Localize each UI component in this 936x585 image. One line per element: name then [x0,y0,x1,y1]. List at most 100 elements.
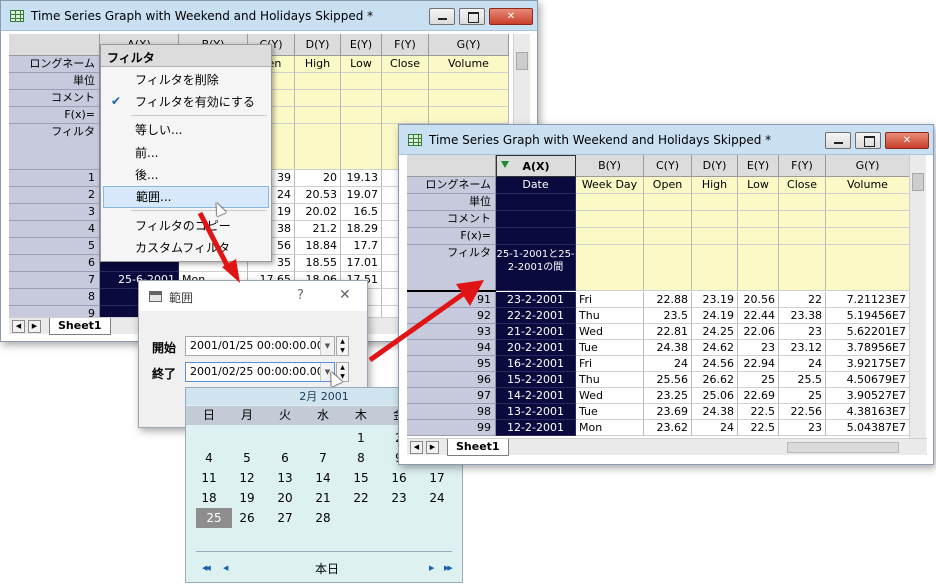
metadata-cell[interactable]: Close [382,56,429,73]
data-cell[interactable]: 22 [779,292,826,308]
data-cell[interactable]: 23.25 [644,388,692,404]
metadata-cell[interactable]: Low [738,177,779,194]
calendar-day[interactable]: 16 [386,468,412,488]
metadata-cell[interactable] [429,90,509,107]
calendar-day[interactable]: 11 [196,468,222,488]
data-cell[interactable]: 22.5 [738,420,779,436]
metadata-cell[interactable] [295,124,341,170]
data-cell[interactable]: 3.90527E7 [826,388,910,404]
calendar-day[interactable]: 1 [348,428,374,448]
sheet-tab[interactable]: Sheet1 [447,439,509,456]
metadata-cell[interactable] [826,194,910,211]
calendar-day[interactable]: 25 [196,508,232,528]
data-cell[interactable]: 15-2-2001 [496,372,576,388]
data-cell[interactable]: 13-2-2001 [496,404,576,420]
start-spinner[interactable]: ▲ ▼ [336,336,349,356]
metadata-cell[interactable] [692,245,738,291]
calendar-last-icon[interactable]: ▶▶ [444,564,453,572]
column-header[interactable]: F(Y) [779,155,826,177]
column-header[interactable]: E(Y) [738,155,779,177]
data-cell[interactable]: 20.53 [295,187,341,204]
data-cell[interactable]: 16.5 [341,204,382,221]
calendar-day[interactable]: 19 [234,488,260,508]
data-cell[interactable]: 16-2-2001 [496,356,576,372]
data-cell[interactable]: Fri [576,356,644,372]
data-cell[interactable]: Wed [576,324,644,340]
calendar-day[interactable]: 15 [348,468,374,488]
metadata-cell[interactable] [826,211,910,228]
data-cell[interactable]: 24.56 [692,356,738,372]
calendar-day[interactable]: 21 [310,488,336,508]
data-cell[interactable]: 12-2-2001 [496,420,576,436]
metadata-cell[interactable]: Low [341,56,382,73]
data-cell[interactable]: 24 [692,420,738,436]
metadata-cell[interactable] [738,211,779,228]
calendar-day[interactable]: 27 [272,508,298,528]
start-dropdown-button[interactable]: ▼ [320,337,334,355]
calendar-day[interactable]: 8 [348,448,374,468]
metadata-cell[interactable] [738,245,779,291]
calendar-day[interactable]: 6 [272,448,298,468]
sheet-nav-next[interactable]: ▶ [426,441,439,454]
data-cell[interactable]: 4.50679E7 [826,372,910,388]
calendar-day[interactable]: 20 [272,488,298,508]
metadata-cell[interactable] [341,90,382,107]
calendar-day[interactable]: 14 [310,468,336,488]
metadata-cell[interactable] [496,194,576,211]
data-cell[interactable]: Wed [576,388,644,404]
calendar-prev-icon[interactable]: ◀ [223,564,228,572]
data-cell[interactable]: Tue [576,404,644,420]
data-cell[interactable]: 5.62201E7 [826,324,910,340]
metadata-cell[interactable]: High [692,177,738,194]
data-cell[interactable]: 24 [644,356,692,372]
metadata-cell[interactable] [692,228,738,245]
metadata-cell[interactable] [341,73,382,90]
data-cell[interactable]: 25.06 [692,388,738,404]
close-button[interactable]: ✕ [489,8,533,25]
scrollbar-thumb[interactable] [912,173,924,191]
metadata-cell[interactable] [738,194,779,211]
menu-item[interactable]: フィルタを有効にする [103,91,269,113]
data-cell[interactable]: 3.92175E7 [826,356,910,372]
data-cell[interactable]: 22.69 [738,388,779,404]
metadata-cell[interactable] [382,107,429,124]
menu-item[interactable]: フィルタを削除 [103,69,269,91]
metadata-cell[interactable] [576,228,644,245]
row-number[interactable]: 96 [407,372,496,388]
filter-condition-cell[interactable]: 25-1-2001と25-2-2001の間 [496,245,576,291]
metadata-cell[interactable] [341,124,382,170]
calendar-day[interactable]: 12 [234,468,260,488]
horizontal-scrollbar[interactable] [787,442,899,453]
row-number[interactable]: 5 [9,238,100,255]
row-number[interactable]: 6 [9,255,100,272]
metadata-cell[interactable] [429,73,509,90]
metadata-cell[interactable] [576,211,644,228]
metadata-cell[interactable] [382,90,429,107]
metadata-cell[interactable] [496,228,576,245]
data-cell[interactable]: 24.38 [644,340,692,356]
data-cell[interactable]: 23 [779,324,826,340]
data-cell[interactable]: 23.62 [644,420,692,436]
metadata-cell[interactable] [429,107,509,124]
data-cell[interactable]: 20.02 [295,204,341,221]
data-cell[interactable]: Mon [576,420,644,436]
column-header[interactable]: D(Y) [692,155,738,177]
calendar-day[interactable]: 23 [386,488,412,508]
calendar-first-icon[interactable]: ◀◀ [202,564,211,572]
data-cell[interactable]: 22.56 [779,404,826,420]
metadata-cell[interactable] [826,228,910,245]
start-datetime-field[interactable]: 2001/01/25 00:00:00.000 ▼ [185,336,335,356]
data-cell[interactable]: 20.56 [738,292,779,308]
calendar-day[interactable]: 24 [424,488,450,508]
metadata-cell[interactable] [779,194,826,211]
row-number[interactable]: 1 [9,170,100,187]
metadata-cell[interactable] [644,228,692,245]
row-number[interactable]: 99 [407,420,496,436]
calendar-day[interactable]: 26 [234,508,260,528]
metadata-cell[interactable] [644,194,692,211]
today-button[interactable]: 本日 [315,560,339,577]
sheet-tab[interactable]: Sheet1 [49,318,111,335]
row-number[interactable]: 8 [9,289,100,306]
metadata-cell[interactable] [382,73,429,90]
sheet-nav-next[interactable]: ▶ [28,320,41,333]
